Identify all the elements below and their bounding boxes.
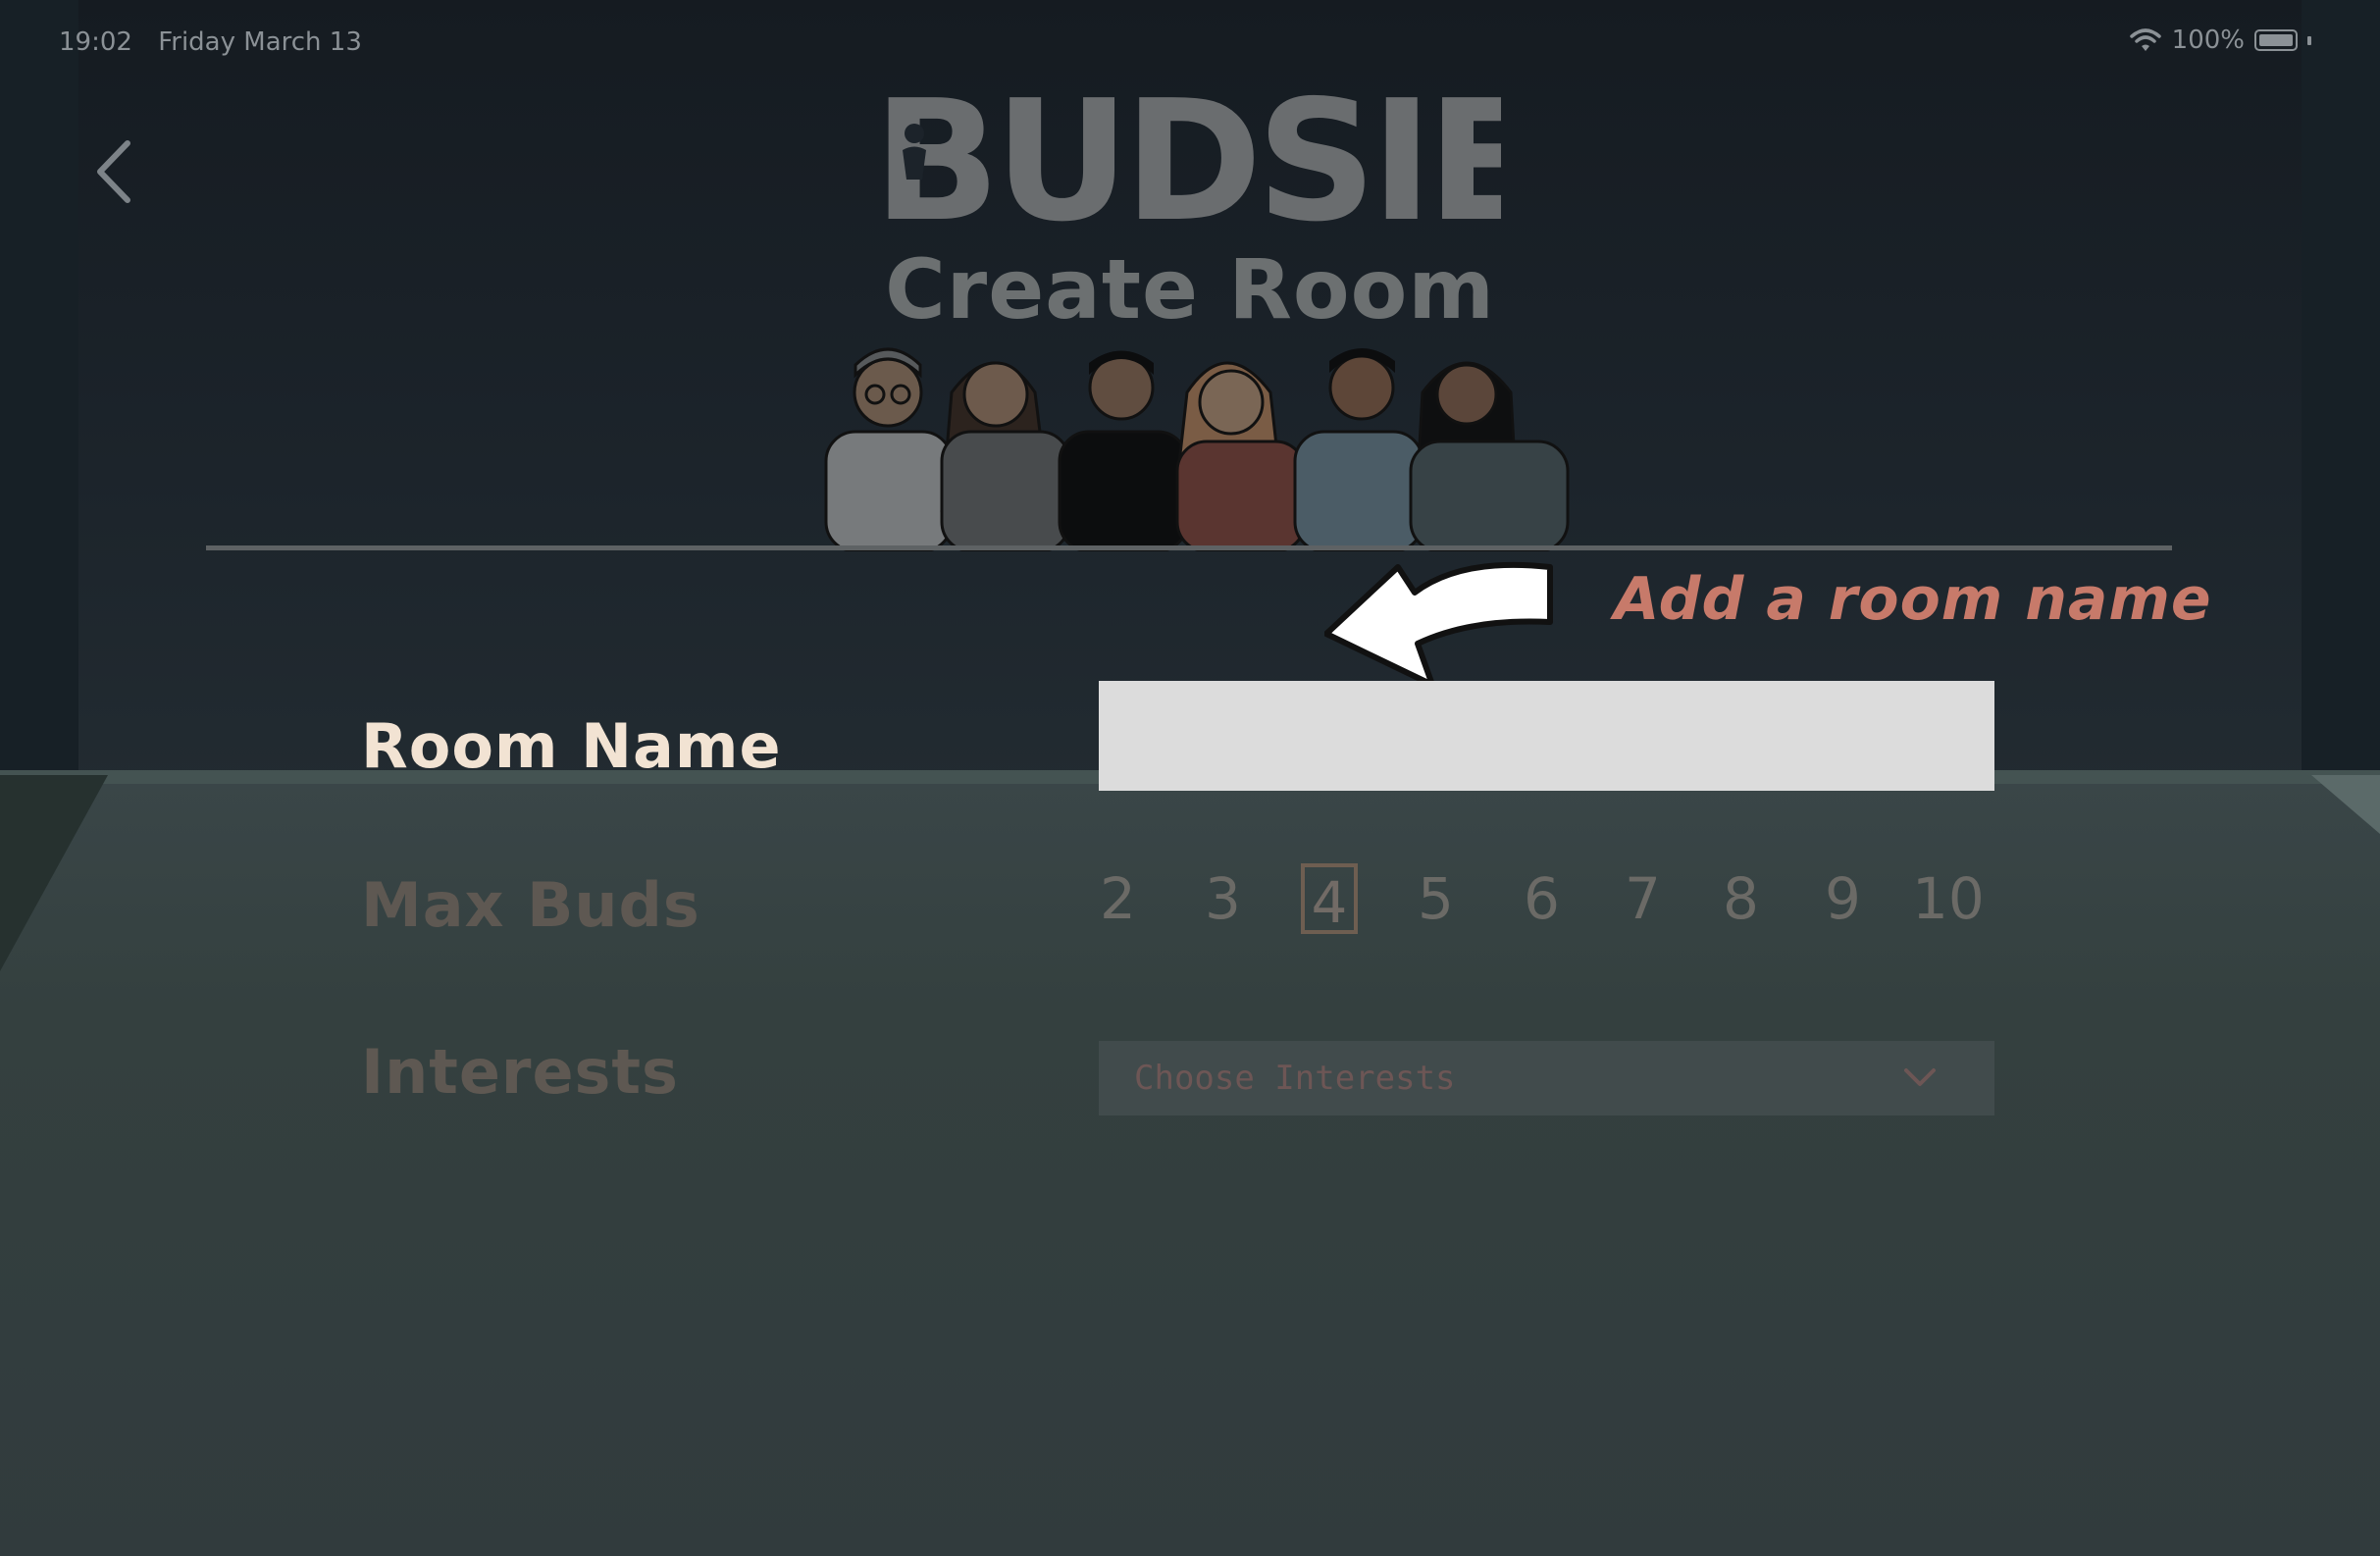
logo-text: BUDSIES (873, 65, 1501, 229)
max-buds-option-4-selected[interactable]: 4 (1301, 863, 1358, 936)
status-date: Friday March 13 (158, 27, 362, 57)
page-title: Create Room (885, 241, 1495, 337)
wifi-icon (2129, 28, 2161, 51)
status-bar-left: 19:02 Friday March 13 (59, 27, 380, 57)
floor-ramp-right (2311, 775, 2380, 834)
characters-illustration (824, 347, 1570, 551)
room-name-label: Room Name (361, 710, 782, 782)
character-5 (1293, 348, 1424, 551)
battery-tip (2307, 35, 2311, 45)
header-divider (206, 545, 2172, 550)
status-bar-right: 100% (2129, 26, 2311, 55)
interests-dropdown[interactable]: Choose Interests (1099, 1041, 1994, 1115)
max-buds-label: Max Buds (361, 869, 700, 941)
background-left-wall (0, 0, 78, 804)
budsies-logo: BUDSIES (873, 65, 1501, 229)
hint-arrow-icon (1324, 561, 1553, 685)
chevron-down-icon (1904, 1068, 1936, 1086)
hint-text: Add a room name (1614, 565, 2212, 634)
character-6 (1409, 361, 1570, 551)
character-1 (824, 347, 954, 551)
max-buds-option-2[interactable]: 2 (1100, 863, 1136, 934)
character-4 (1175, 361, 1307, 551)
max-buds-option-9[interactable]: 9 (1825, 863, 1861, 934)
battery-icon (2254, 29, 2298, 51)
room-name-input[interactable] (1099, 681, 1994, 791)
status-time: 19:02 (59, 27, 132, 57)
max-buds-option-6[interactable]: 6 (1524, 863, 1560, 934)
chevron-left-icon (97, 140, 130, 203)
floor-ramp-left (0, 775, 108, 971)
character-3 (1058, 350, 1189, 551)
max-buds-selector: 2 3 4 5 6 7 8 9 10 (1092, 863, 1994, 942)
character-2 (940, 361, 1071, 551)
back-button[interactable] (90, 137, 139, 206)
max-buds-option-7[interactable]: 7 (1625, 863, 1661, 934)
interests-placeholder: Choose Interests (1134, 1059, 1456, 1098)
max-buds-option-10[interactable]: 10 (1912, 863, 1985, 934)
background-right-wall (2302, 0, 2380, 804)
battery-percent: 100% (2171, 26, 2245, 55)
max-buds-option-5[interactable]: 5 (1418, 863, 1454, 934)
max-buds-option-8[interactable]: 8 (1723, 863, 1759, 934)
interests-label: Interests (361, 1036, 679, 1108)
max-buds-option-3[interactable]: 3 (1205, 863, 1241, 934)
